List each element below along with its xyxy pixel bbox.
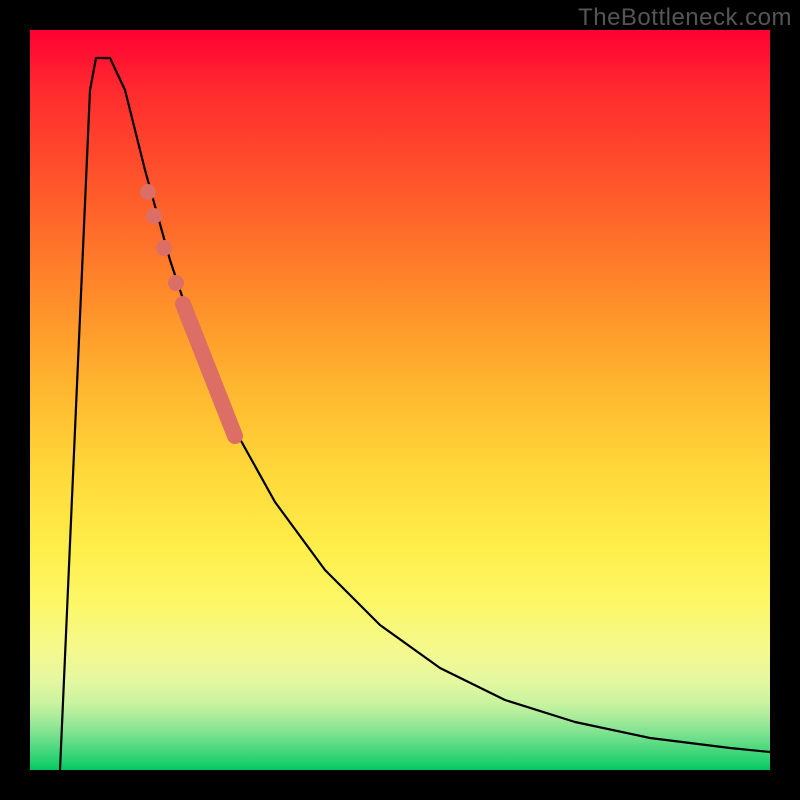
plot-area (30, 30, 770, 770)
watermark-text: TheBottleneck.com (578, 4, 792, 32)
bottleneck-curve (60, 58, 770, 770)
chart-frame: TheBottleneck.com (0, 0, 800, 800)
marker-dot-0 (168, 275, 184, 291)
marker-dot-1 (156, 240, 172, 256)
chart-svg (30, 30, 770, 770)
marker-dot-3 (140, 184, 156, 200)
marker-bar (183, 304, 235, 436)
marker-dot-2 (146, 208, 162, 224)
marker-dots-group (140, 184, 184, 291)
